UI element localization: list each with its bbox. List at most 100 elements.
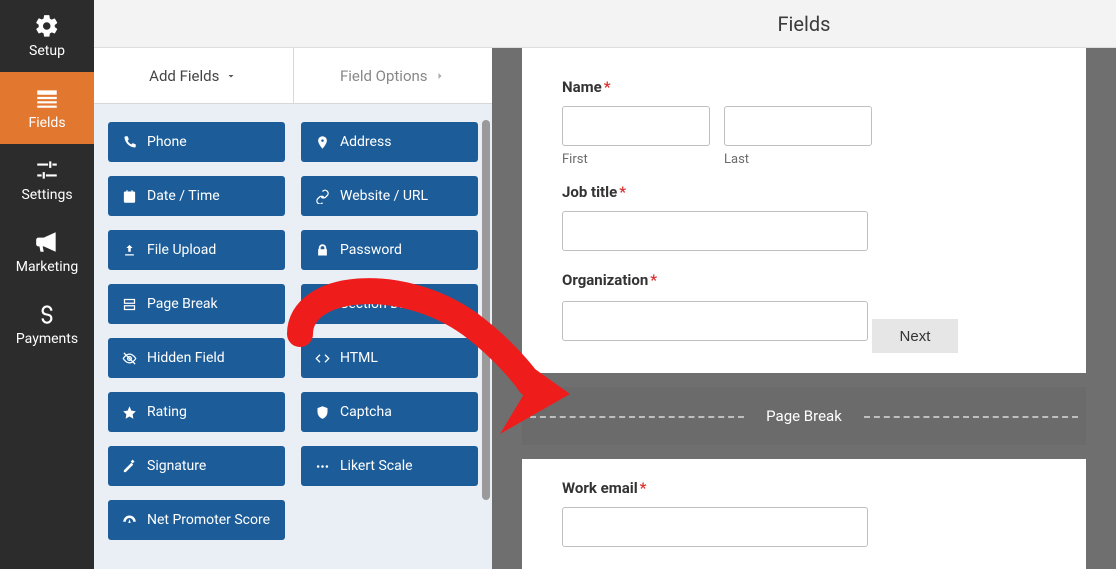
dollar-icon [34,301,60,327]
pencil-icon [122,459,137,474]
field-btn-label: Rating [147,404,187,420]
builder-header-blank [94,0,492,48]
nav-item-label: Settings [21,187,72,203]
link-icon [315,189,330,204]
preview-panel: Fields Name* First Last Job title* [492,0,1116,569]
preview-header: Fields [492,0,1116,48]
field-btn-label: Page Break [147,296,218,312]
preview-body: Name* First Last Job title* Organization… [492,48,1116,569]
field-buttons-grid: Phone Address Date / Time Website / URL … [94,104,492,558]
chevron-down-icon [225,70,237,82]
field-btn-label: Website / URL [340,188,428,204]
field-btn-label: File Upload [147,242,216,258]
builder-scrollbar[interactable] [482,120,490,500]
last-name-col: Last [724,106,872,167]
tab-label: Field Options [340,67,428,85]
field-btn-label: Section Divider [340,296,433,312]
required-asterisk: * [650,271,657,289]
field-btn-section-divider[interactable]: Section Divider [301,284,478,324]
field-btn-label: Password [340,242,402,258]
gauge-icon [122,513,137,528]
phone-icon [122,135,137,150]
chevron-right-icon [434,70,446,82]
field-btn-html[interactable]: HTML [301,338,478,378]
label-text: Organization [562,271,648,289]
code-icon [315,351,330,366]
field-btn-password[interactable]: Password [301,230,478,270]
name-row: First Last [562,106,1046,167]
page-break-icon [122,297,137,312]
field-btn-label: HTML [340,350,378,366]
nav-item-fields[interactable]: Fields [0,72,94,144]
field-btn-label: Phone [147,134,187,150]
field-btn-label: Signature [147,458,206,474]
organization-label: Organization* [562,271,1046,289]
nav-item-label: Marketing [16,259,79,275]
job-title-label: Job title* [562,183,1046,201]
form-icon [34,85,60,111]
divider-icon [315,297,330,312]
last-name-input[interactable] [724,106,872,146]
tab-label: Add Fields [149,67,219,85]
lock-icon [315,243,330,258]
preview-title: Fields [778,12,831,36]
required-asterisk: * [640,479,647,497]
field-btn-label: Address [340,134,391,150]
field-btn-rating[interactable]: Rating [108,392,285,432]
work-email-label: Work email* [562,479,1046,497]
nav-item-marketing[interactable]: Marketing [0,216,94,288]
shield-icon [315,405,330,420]
form-card-top: Name* First Last Job title* Organization… [522,48,1086,373]
field-btn-label: Likert Scale [340,458,413,474]
field-btn-date-time[interactable]: Date / Time [108,176,285,216]
field-btn-captcha[interactable]: Captcha [301,392,478,432]
page-break-indicator[interactable]: Page Break [522,387,1086,445]
tab-field-options[interactable]: Field Options [294,48,493,103]
field-btn-file-upload[interactable]: File Upload [108,230,285,270]
nav-item-payments[interactable]: Payments [0,288,94,360]
builder-panel: Add Fields Field Options Phone Address D… [94,0,492,569]
sliders-icon [34,157,60,183]
field-btn-hidden-field[interactable]: Hidden Field [108,338,285,378]
eye-slash-icon [122,351,137,366]
form-card-bottom: Work email* [522,459,1086,569]
nav-item-settings[interactable]: Settings [0,144,94,216]
nav-item-label: Setup [29,43,65,59]
pin-icon [315,135,330,150]
organization-input[interactable] [562,301,868,341]
field-btn-label: Date / Time [147,188,220,204]
field-btn-signature[interactable]: Signature [108,446,285,486]
job-title-input[interactable] [562,211,868,251]
nav-item-setup[interactable]: Setup [0,0,94,72]
field-btn-net-promoter-score[interactable]: Net Promoter Score [108,500,285,540]
calendar-icon [122,189,137,204]
label-text: Job title [562,183,617,201]
name-label: Name* [562,78,1046,96]
nav-item-label: Fields [28,115,65,131]
field-btn-page-break[interactable]: Page Break [108,284,285,324]
field-btn-address[interactable]: Address [301,122,478,162]
work-email-input[interactable] [562,507,868,547]
nav-rail: Setup Fields Settings Marketing Payments [0,0,94,569]
required-asterisk: * [619,183,626,201]
next-button[interactable]: Next [872,319,958,353]
field-btn-likert-scale[interactable]: Likert Scale [301,446,478,486]
last-sublabel: Last [724,152,872,167]
field-btn-label: Net Promoter Score [147,512,270,528]
bullhorn-icon [34,229,60,255]
first-name-input[interactable] [562,106,710,146]
field-btn-label: Hidden Field [147,350,225,366]
label-text: Work email [562,479,638,497]
gear-icon [34,13,60,39]
first-sublabel: First [562,152,710,167]
required-asterisk: * [604,78,611,96]
star-icon [122,405,137,420]
tab-add-fields[interactable]: Add Fields [94,48,294,103]
field-btn-website-url[interactable]: Website / URL [301,176,478,216]
label-text: Name [562,78,602,96]
builder-tabs: Add Fields Field Options [94,48,492,104]
upload-icon [122,243,137,258]
page-break-label: Page Break [766,407,842,425]
field-btn-phone[interactable]: Phone [108,122,285,162]
first-name-col: First [562,106,710,167]
